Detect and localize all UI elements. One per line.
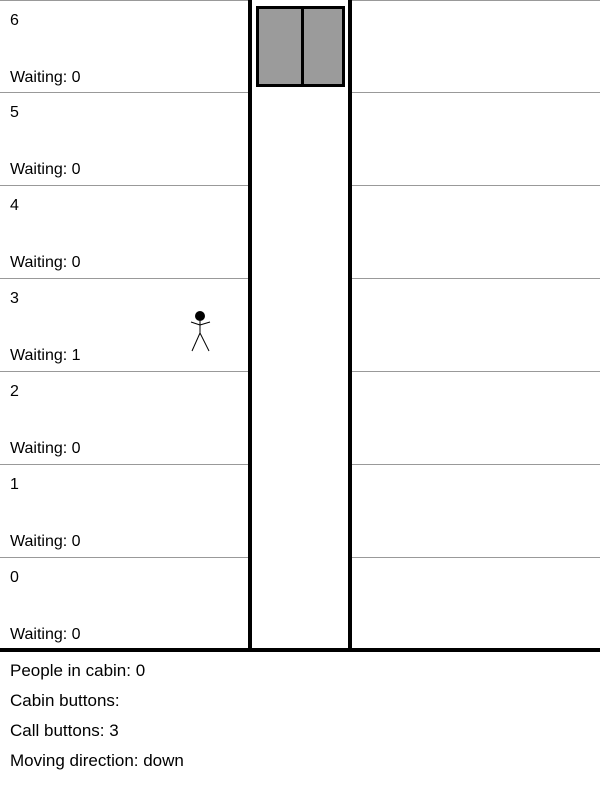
floor-number: 5 bbox=[10, 104, 19, 121]
floor-number: 3 bbox=[10, 290, 19, 307]
people-in-cabin-status: People in cabin: 0 bbox=[10, 661, 146, 680]
floor-waiting-count: Waiting: 0 bbox=[10, 69, 81, 86]
floor-waiting-count: Waiting: 0 bbox=[10, 161, 81, 178]
cabin-door-divider bbox=[301, 9, 304, 84]
floor-waiting-count: Waiting: 0 bbox=[10, 440, 81, 457]
floor-waiting-count: Waiting: 1 bbox=[10, 347, 81, 364]
floor-number: 1 bbox=[10, 476, 19, 493]
floor-number: 2 bbox=[10, 383, 19, 400]
floor-number: 4 bbox=[10, 197, 19, 214]
cabin-buttons-status: Cabin buttons: bbox=[10, 691, 120, 710]
floor-waiting-count: Waiting: 0 bbox=[10, 626, 81, 643]
moving-direction-status: Moving direction: down bbox=[10, 751, 184, 770]
building: 6 Waiting: 0 5 Waiting: 0 4 Waiting: 0 3… bbox=[0, 0, 600, 652]
floor-waiting-count: Waiting: 0 bbox=[10, 254, 81, 271]
ground-line bbox=[0, 648, 600, 652]
floor-number: 0 bbox=[10, 569, 19, 586]
stick-figure-person-icon bbox=[190, 311, 211, 352]
elevator-cabin-icon bbox=[256, 6, 345, 87]
floor-number: 6 bbox=[10, 12, 19, 29]
call-buttons-status: Call buttons: 3 bbox=[10, 721, 119, 740]
elevator-shaft bbox=[248, 0, 352, 651]
floor-waiting-count: Waiting: 0 bbox=[10, 533, 81, 550]
